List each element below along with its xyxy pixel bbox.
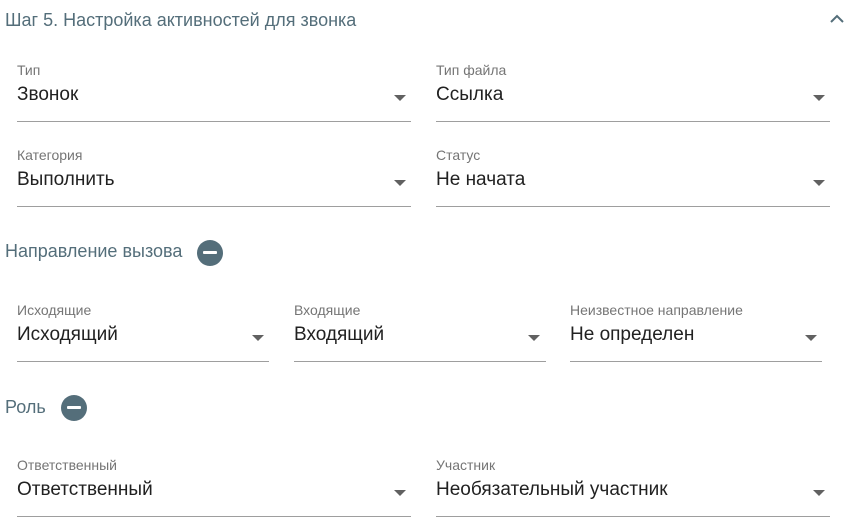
step-title: Шаг 5. Настройка активностей для звонка [5, 10, 357, 30]
incoming-value: Входящий [294, 324, 385, 345]
caret-down-icon [252, 335, 264, 341]
call-direction-title: Направление вызова [5, 241, 183, 261]
type-value: Звонок [17, 84, 79, 105]
status-label: Статус [436, 147, 481, 163]
role-title: Роль [5, 397, 46, 417]
chevron-up-icon[interactable] [826, 8, 848, 30]
file-type-label: Тип файла [436, 62, 507, 78]
caret-down-icon [394, 490, 406, 496]
remove-call-direction-button[interactable] [197, 240, 223, 266]
category-label: Категория [17, 147, 83, 163]
caret-down-icon [813, 95, 825, 101]
type-select[interactable]: Тип Звонок [17, 62, 411, 122]
minus-circle-icon [67, 406, 81, 409]
responsible-value: Ответственный [17, 479, 153, 500]
responsible-label: Ответственный [17, 457, 117, 473]
outgoing-select[interactable]: Исходящие Исходящий [17, 302, 269, 362]
incoming-select[interactable]: Входящие Входящий [294, 302, 546, 362]
file-type-select[interactable]: Тип файла Ссылка [436, 62, 830, 122]
outgoing-value: Исходящий [17, 324, 118, 345]
status-select[interactable]: Статус Не начата [436, 147, 830, 207]
caret-down-icon [805, 335, 817, 341]
file-type-value: Ссылка [436, 84, 504, 105]
unknown-direction-label: Неизвестное направление [570, 302, 743, 318]
category-value: Выполнить [17, 169, 115, 190]
outgoing-label: Исходящие [17, 302, 92, 318]
participant-label: Участник [436, 457, 496, 473]
caret-down-icon [394, 180, 406, 186]
participant-value: Необязательный участник [436, 479, 668, 500]
unknown-direction-value: Не определен [570, 324, 695, 345]
unknown-direction-select[interactable]: Неизвестное направление Не определен [570, 302, 822, 362]
remove-role-button[interactable] [61, 395, 87, 421]
status-value: Не начата [436, 169, 526, 190]
type-label: Тип [17, 62, 41, 78]
caret-down-icon [813, 490, 825, 496]
caret-down-icon [813, 180, 825, 186]
incoming-label: Входящие [294, 302, 361, 318]
caret-down-icon [528, 335, 540, 341]
category-select[interactable]: Категория Выполнить [17, 147, 411, 207]
participant-select[interactable]: Участник Необязательный участник [436, 457, 830, 517]
minus-circle-icon [203, 251, 217, 254]
caret-down-icon [394, 95, 406, 101]
responsible-select[interactable]: Ответственный Ответственный [17, 457, 411, 517]
